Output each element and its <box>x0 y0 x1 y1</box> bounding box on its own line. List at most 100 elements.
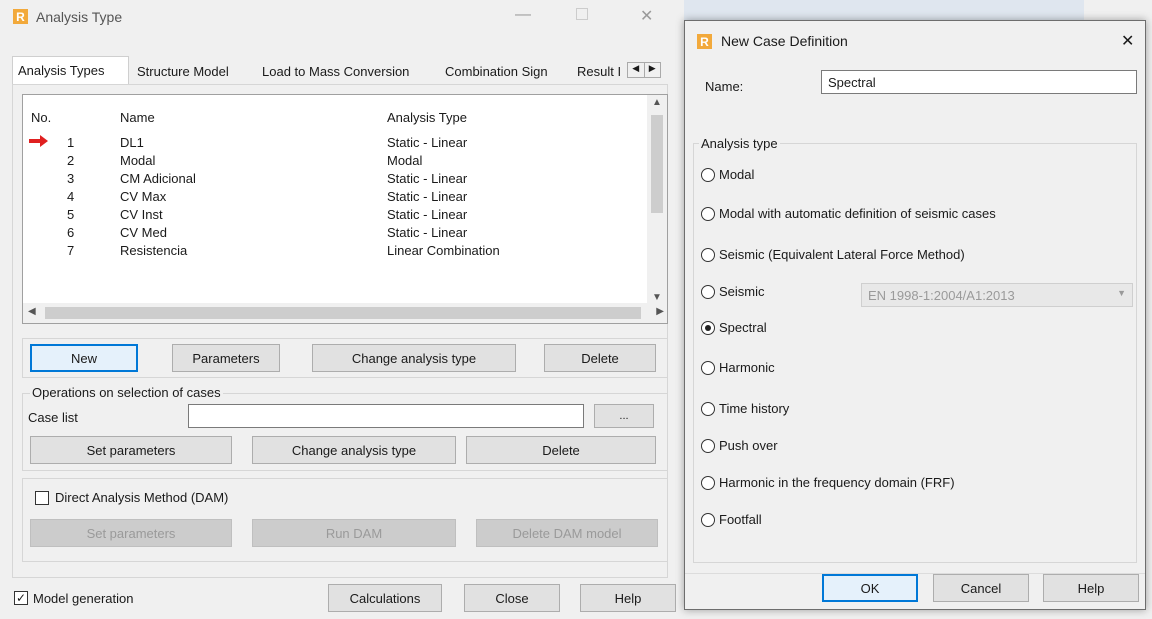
close-icon[interactable]: ✕ <box>1121 31 1134 51</box>
table-row[interactable]: 6 CV Med Static - Linear <box>23 224 643 242</box>
option-label: Harmonic in the frequency domain (FRF) <box>719 475 955 490</box>
list-header: No. Name Analysis Type <box>23 109 643 127</box>
table-row[interactable]: 5 CV Inst Static - Linear <box>23 206 643 224</box>
scroll-left-icon[interactable]: ◀ <box>28 306 36 317</box>
option-footfall[interactable]: Footfall <box>701 512 762 527</box>
help-button[interactable]: Help <box>580 584 676 612</box>
tab-scroll-left-icon[interactable]: ◀ <box>628 63 644 77</box>
chevron-down-icon: ▼ <box>1117 288 1126 298</box>
name-input[interactable]: Spectral <box>821 70 1137 94</box>
header-no[interactable]: No. <box>31 110 51 125</box>
row-no: 3 <box>67 171 75 186</box>
table-row[interactable]: 2 Modal Modal <box>23 152 643 170</box>
option-modal-automatic[interactable]: Modal with automatic definition of seism… <box>701 206 996 221</box>
close-button[interactable]: Close <box>464 584 560 612</box>
scroll-right-icon[interactable]: ▶ <box>656 306 664 317</box>
row-name: Modal <box>120 153 156 168</box>
row-type: Modal <box>387 153 423 168</box>
option-spectral[interactable]: Spectral <box>701 320 767 335</box>
dialog-title: New Case Definition <box>721 33 848 49</box>
option-label: Time history <box>719 401 790 416</box>
radio-time-history[interactable] <box>701 401 715 416</box>
radio-seismic[interactable] <box>701 284 715 299</box>
seismic-code-value: EN 1998-1:2004/A1:2013 <box>868 288 1015 303</box>
model-generation-label: Model generation <box>33 591 134 606</box>
radio-footfall[interactable] <box>701 512 715 527</box>
tab-load-to-mass[interactable]: Load to Mass Conversion <box>257 58 414 84</box>
dam-set-parameters-button[interactable]: Set parameters <box>30 519 232 547</box>
cancel-button[interactable]: Cancel <box>933 574 1029 602</box>
row-name: CV Max <box>120 189 167 204</box>
option-label: Seismic <box>719 284 765 299</box>
option-harmonic-frf[interactable]: Harmonic in the frequency domain (FRF) <box>701 475 955 490</box>
table-row[interactable]: 3 CM Adicional Static - Linear <box>23 170 643 188</box>
run-dam-button[interactable]: Run DAM <box>252 519 456 547</box>
radio-modal-automatic[interactable] <box>701 206 715 221</box>
radio-harmonic[interactable] <box>701 360 715 375</box>
row-no: 5 <box>67 207 75 222</box>
row-type: Static - Linear <box>387 171 468 186</box>
row-type: Linear Combination <box>387 243 500 258</box>
radio-harmonic-frf[interactable] <box>701 475 715 490</box>
change-analysis-type-button[interactable]: Change analysis type <box>312 344 516 372</box>
list-horizontal-scrollbar[interactable]: ◀ ▶ <box>23 303 667 323</box>
radio-push-over[interactable] <box>701 438 715 453</box>
analysis-type-group-label: Analysis type <box>699 136 780 151</box>
tab-combination-sign[interactable]: Combination Sign <box>440 58 553 84</box>
horizontal-scroll-thumb[interactable] <box>45 307 641 319</box>
row-type: Static - Linear <box>387 135 468 150</box>
list-vertical-scrollbar[interactable]: ▲ ▼ <box>647 95 667 305</box>
maximize-icon[interactable] <box>576 8 588 20</box>
row-type: Static - Linear <box>387 207 468 222</box>
help-button[interactable]: Help <box>1043 574 1139 602</box>
close-icon[interactable]: ✕ <box>640 6 653 26</box>
row-no: 2 <box>67 153 75 168</box>
row-no: 7 <box>67 243 75 258</box>
ok-button[interactable]: OK <box>822 574 918 602</box>
minimize-icon[interactable]: — <box>515 6 531 24</box>
tab-scroll: ◀ ▶ <box>627 62 661 78</box>
radio-spectral[interactable] <box>701 320 715 335</box>
header-name[interactable]: Name <box>120 110 155 125</box>
dam-checkbox[interactable] <box>35 491 49 505</box>
delete-dam-model-button[interactable]: Delete DAM model <box>476 519 658 547</box>
row-no: 4 <box>67 189 75 204</box>
operations-delete-button[interactable]: Delete <box>466 436 656 464</box>
parameters-button[interactable]: Parameters <box>172 344 280 372</box>
option-time-history[interactable]: Time history <box>701 401 789 416</box>
row-name: CV Inst <box>120 207 163 222</box>
tab-analysis-types[interactable]: Analysis Types <box>12 56 129 84</box>
tab-scroll-right-icon[interactable]: ▶ <box>643 63 661 77</box>
checkmark-icon: ✓ <box>15 591 27 605</box>
option-harmonic[interactable]: Harmonic <box>701 360 775 375</box>
option-seismic[interactable]: Seismic <box>701 284 765 299</box>
analysis-cases-list[interactable]: No. Name Analysis Type 1 DL1 Static - Li… <box>22 94 668 324</box>
seismic-code-select[interactable]: EN 1998-1:2004/A1:2013 ▼ <box>861 283 1133 307</box>
header-analysis-type[interactable]: Analysis Type <box>387 110 467 125</box>
case-list-browse-button[interactable]: ... <box>594 404 654 428</box>
row-name: Resistencia <box>120 243 188 258</box>
tab-structure-model[interactable]: Structure Model <box>132 58 234 84</box>
new-button[interactable]: New <box>30 344 138 372</box>
new-case-definition-dialog: R New Case Definition ✕ Name: Spectral A… <box>684 20 1146 610</box>
case-list-input[interactable] <box>188 404 584 428</box>
delete-button[interactable]: Delete <box>544 344 656 372</box>
table-row[interactable]: 7 Resistencia Linear Combination <box>23 242 643 260</box>
option-label: Push over <box>719 438 778 453</box>
vertical-scroll-thumb[interactable] <box>651 115 663 213</box>
scroll-down-icon[interactable]: ▼ <box>652 292 662 303</box>
table-row[interactable]: 4 CV Max Static - Linear <box>23 188 643 206</box>
operations-change-analysis-type-button[interactable]: Change analysis type <box>252 436 456 464</box>
set-parameters-button[interactable]: Set parameters <box>30 436 232 464</box>
option-seismic-elf[interactable]: Seismic (Equivalent Lateral Force Method… <box>701 247 965 262</box>
row-type: Static - Linear <box>387 225 468 240</box>
option-modal[interactable]: Modal <box>701 167 754 182</box>
scroll-up-icon[interactable]: ▲ <box>652 97 662 108</box>
model-generation-checkbox[interactable]: ✓ <box>14 591 28 605</box>
tab-result[interactable]: Result I <box>572 58 632 84</box>
radio-seismic-elf[interactable] <box>701 247 715 262</box>
table-row[interactable]: 1 DL1 Static - Linear <box>23 134 643 152</box>
radio-modal[interactable] <box>701 167 715 182</box>
calculations-button[interactable]: Calculations <box>328 584 442 612</box>
option-push-over[interactable]: Push over <box>701 438 778 453</box>
